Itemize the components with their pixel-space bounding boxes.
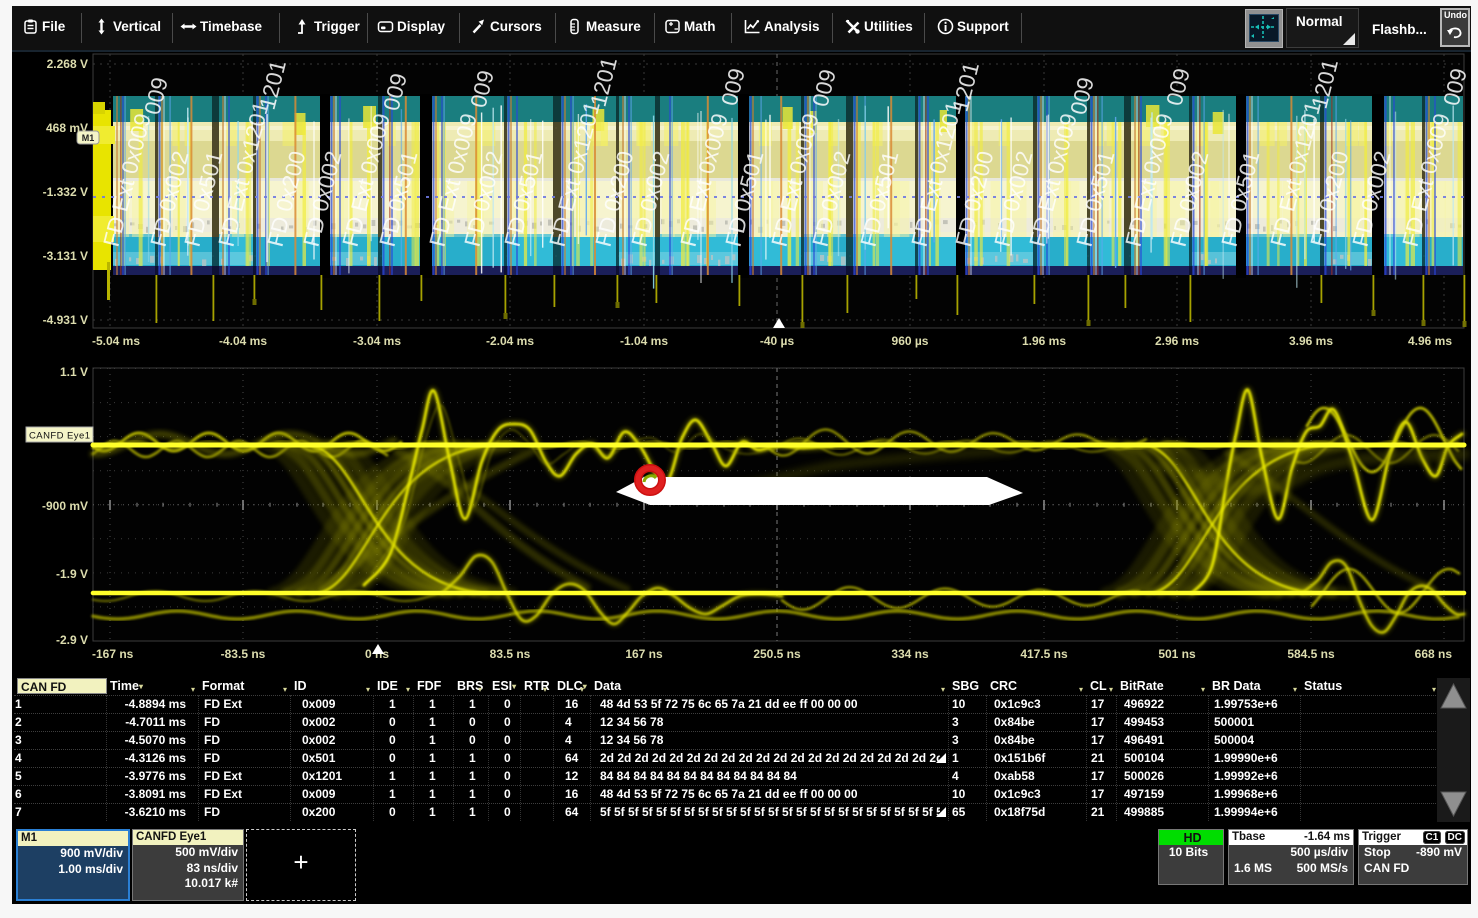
svg-text:-167 ns: -167 ns bbox=[92, 647, 134, 661]
svg-text:668 ns: 668 ns bbox=[1415, 647, 1453, 661]
svg-text:1.1 V: 1.1 V bbox=[60, 365, 88, 379]
svg-text:250.5 ns: 250.5 ns bbox=[753, 647, 801, 661]
svg-text:-3.131 V: -3.131 V bbox=[43, 249, 88, 263]
svg-text:960 µs: 960 µs bbox=[892, 334, 929, 348]
svg-text:417.5 ns: 417.5 ns bbox=[1020, 647, 1068, 661]
svg-text:-1.9 V: -1.9 V bbox=[56, 567, 88, 581]
svg-text:-900 mV: -900 mV bbox=[42, 499, 88, 513]
svg-text:-4.931 V: -4.931 V bbox=[43, 313, 88, 327]
svg-text:2.96 ms: 2.96 ms bbox=[1155, 334, 1199, 348]
svg-text:-1.04 ms: -1.04 ms bbox=[620, 334, 668, 348]
svg-text:1.96 ms: 1.96 ms bbox=[1022, 334, 1066, 348]
svg-text:2.268 V: 2.268 V bbox=[47, 57, 88, 71]
svg-text:167 ns: 167 ns bbox=[625, 647, 663, 661]
svg-text:-5.04 ms: -5.04 ms bbox=[92, 334, 140, 348]
svg-text:468 mV: 468 mV bbox=[46, 121, 88, 135]
svg-text:-4.04 ms: -4.04 ms bbox=[219, 334, 267, 348]
svg-text:501 ns: 501 ns bbox=[1158, 647, 1196, 661]
svg-text:584.5 ns: 584.5 ns bbox=[1287, 647, 1335, 661]
svg-text:4.96 ms: 4.96 ms bbox=[1408, 334, 1452, 348]
svg-text:-2.9 V: -2.9 V bbox=[56, 633, 88, 647]
svg-text:-83.5 ns: -83.5 ns bbox=[221, 647, 266, 661]
svg-text:3.96 ms: 3.96 ms bbox=[1289, 334, 1333, 348]
svg-text:-1.332 V: -1.332 V bbox=[43, 185, 88, 199]
svg-text:-2.04 ms: -2.04 ms bbox=[486, 334, 534, 348]
svg-text:CANFD Eye1: CANFD Eye1 bbox=[29, 431, 90, 442]
svg-text:83.5 ns: 83.5 ns bbox=[490, 647, 531, 661]
svg-text:-3.04 ms: -3.04 ms bbox=[353, 334, 401, 348]
svg-text:334 ns: 334 ns bbox=[891, 647, 929, 661]
svg-text:-40 µs: -40 µs bbox=[760, 334, 795, 348]
